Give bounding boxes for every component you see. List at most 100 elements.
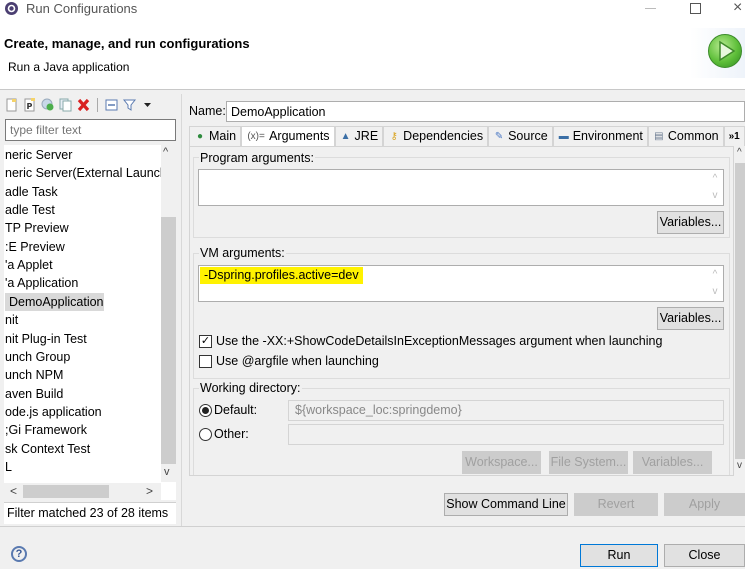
filter-status: Filter matched 23 of 28 items (4, 502, 176, 524)
tree-vertical-scroll-thumb[interactable] (161, 217, 176, 464)
tab-jre[interactable]: ▲ JRE (334, 126, 384, 146)
program-arguments-scroll-icon[interactable]: ^ v (707, 170, 723, 205)
tree-item[interactable]: ode.js application (5, 403, 102, 421)
use-argfile-label[interactable]: Use @argfile when launching (216, 354, 379, 368)
maximize-button[interactable] (690, 3, 701, 14)
tree-item[interactable]: neric Server (5, 146, 72, 164)
program-arguments-variables-button[interactable]: Variables... (657, 211, 724, 234)
content-vertical-scroll-thumb[interactable] (735, 163, 745, 459)
tree-item[interactable]: neric Server(External Launch (5, 164, 167, 182)
tabs-overflow-button[interactable]: »1 (723, 126, 745, 146)
duplicate-icon[interactable] (58, 98, 73, 112)
run-button[interactable]: Run (580, 544, 658, 567)
view-menu-icon[interactable] (140, 98, 155, 112)
tree-item[interactable]: nit (5, 311, 18, 329)
show-code-details-checkbox[interactable]: ✓ (199, 335, 212, 348)
tree-item[interactable]: nit Plug-in Test (5, 330, 87, 348)
other-directory-radio[interactable] (199, 428, 212, 441)
close-button[interactable]: Close (664, 544, 745, 567)
main-tab-icon: ● (196, 130, 204, 142)
window-title: Run Configurations (26, 1, 138, 16)
header-banner (0, 18, 745, 90)
tree-scroll-up-icon[interactable]: ^ (163, 146, 168, 158)
vm-arguments-textarea[interactable]: -Dspring.profiles.active=dev (198, 265, 724, 302)
show-code-details-label[interactable]: Use the -XX:+ShowCodeDetailsInExceptionM… (216, 334, 662, 348)
run-banner-icon (708, 34, 742, 68)
tree-item[interactable]: 'a Applet (5, 256, 53, 274)
tree-item-selected[interactable]: DemoApplication (5, 292, 104, 311)
footer-divider (0, 526, 745, 527)
close-window-button[interactable]: × (733, 0, 742, 16)
use-argfile-checkbox[interactable] (199, 355, 212, 368)
tree-item[interactable]: unch NPM (5, 366, 63, 384)
filter-icon[interactable] (122, 98, 137, 112)
tree-item[interactable]: adle Test (5, 201, 55, 219)
run-configurations-app-icon (5, 2, 18, 15)
other-directory-label[interactable]: Other: (214, 427, 249, 441)
new-prototype-icon[interactable]: P (22, 98, 37, 112)
tree-item[interactable]: TP Preview (5, 219, 69, 237)
dependencies-tab-icon: ⚷ (390, 130, 398, 142)
tree-item[interactable]: :E Preview (5, 238, 65, 256)
show-command-line-button[interactable]: Show Command Line (444, 493, 568, 516)
tab-common[interactable]: ▤ Common (647, 126, 724, 146)
vm-arguments-scroll-icon[interactable]: ^ v (707, 266, 723, 301)
program-arguments-textarea[interactable] (198, 169, 724, 206)
delete-icon[interactable] (76, 98, 91, 112)
default-directory-field: ${workspace_loc:springdemo} (288, 400, 724, 421)
default-directory-radio[interactable] (199, 404, 212, 417)
vm-arguments-value: -Dspring.profiles.active=dev (200, 267, 363, 284)
tree-horizontal-scroll-thumb[interactable] (23, 485, 109, 498)
tab-label: Source (508, 129, 548, 143)
tree-item[interactable]: aven Build (5, 385, 63, 403)
minimize-button[interactable] (645, 8, 656, 9)
configuration-name-input[interactable] (226, 101, 745, 122)
tree-scroll-right-icon[interactable]: > (146, 484, 153, 498)
tree-item[interactable]: L (5, 458, 12, 476)
tree-item[interactable]: adle Task (5, 183, 58, 201)
panel-splitter[interactable] (181, 94, 182, 526)
default-directory-label[interactable]: Default: (214, 403, 257, 417)
other-directory-field (288, 424, 724, 445)
common-tab-icon: ▤ (654, 130, 664, 142)
tree-scroll-left-icon[interactable]: < (10, 484, 17, 498)
filter-input[interactable] (5, 119, 176, 141)
tab-label: Arguments (269, 129, 330, 143)
banner-subtitle: Run a Java application (8, 60, 130, 74)
tab-label: Environment (572, 129, 643, 143)
tree-item[interactable]: ;Gi Framework (5, 421, 87, 439)
new-configuration-icon[interactable] (4, 98, 19, 112)
tab-source[interactable]: ✎ Source (488, 126, 553, 146)
tab-label: Common (667, 129, 719, 143)
help-icon[interactable]: ? (11, 546, 27, 562)
vm-arguments-label: VM arguments: (199, 246, 286, 260)
tab-dependencies[interactable]: ⚷ Dependencies (383, 126, 489, 146)
configuration-tree: neric Server neric Server(External Launch… (4, 145, 176, 500)
tree-scroll-down-icon[interactable]: v (164, 466, 170, 478)
environment-tab-icon: ▬ (558, 130, 569, 142)
working-directory-variables-button[interactable]: Variables... (633, 451, 712, 474)
workspace-button[interactable]: Workspace... (462, 451, 541, 474)
tree-item[interactable]: sk Context Test (5, 440, 90, 458)
tab-main[interactable]: ● Main (189, 126, 242, 146)
content-scroll-up-icon[interactable]: ^ (737, 147, 742, 158)
config-tabs: ● Main (x)= Arguments ▲ JRE ⚷ Dependencies ✎ Sour… (189, 126, 745, 146)
tree-item[interactable]: 'a Application (5, 274, 78, 292)
vm-arguments-variables-button[interactable]: Variables... (657, 307, 724, 330)
jre-tab-icon: ▲ (340, 130, 351, 142)
tab-environment[interactable]: ▬ Environment (552, 126, 648, 146)
revert-button[interactable]: Revert (574, 493, 658, 516)
collapse-all-icon[interactable] (104, 98, 119, 112)
file-system-button[interactable]: File System... (549, 451, 628, 474)
export-icon[interactable] (40, 98, 55, 112)
source-tab-icon: ✎ (494, 130, 504, 142)
apply-button[interactable]: Apply (664, 493, 745, 516)
tab-label: Main (209, 129, 237, 143)
tree-item[interactable]: unch Group (5, 348, 70, 366)
tab-label: JRE (354, 129, 379, 143)
content-scroll-down-icon[interactable]: v (737, 460, 742, 471)
tab-arguments[interactable]: (x)= Arguments (241, 126, 335, 146)
working-directory-label: Working directory: (199, 381, 302, 395)
tab-label: Dependencies (403, 129, 484, 143)
svg-text:P: P (27, 102, 33, 111)
